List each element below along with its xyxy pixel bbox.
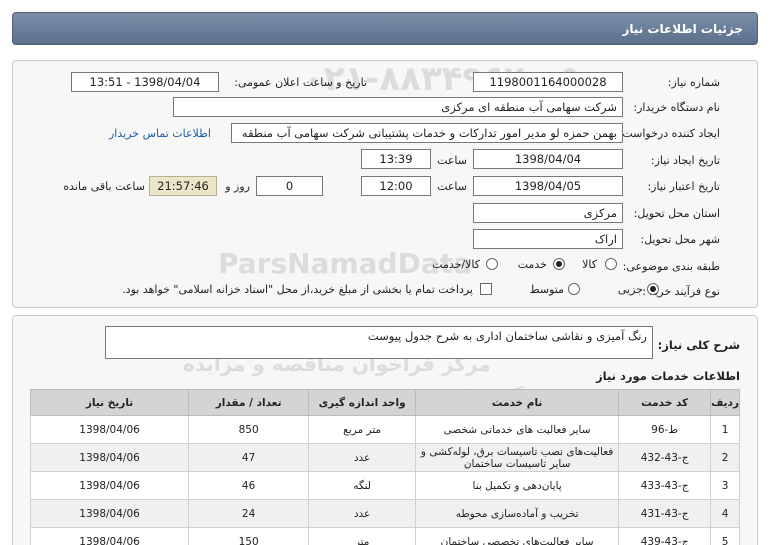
col-qty: تعداد / مقدار bbox=[188, 389, 310, 416]
cell-name: سایر فعالیت‌های تخصصی ساختمان bbox=[415, 527, 620, 545]
category-radio-goods[interactable] bbox=[605, 258, 617, 270]
table-row: 2 ج-43-432 فعالیت‌های نصب تاسیسات برق، ل… bbox=[29, 443, 740, 472]
cell-date: 1398/04/06 bbox=[29, 499, 190, 528]
col-row: ردیف bbox=[710, 389, 740, 416]
process-option-medium: متوسط bbox=[529, 283, 564, 296]
category-radio-goods-service[interactable] bbox=[486, 258, 498, 270]
buyer-field: شرکت سهامی آب منطقه ای مرکزی bbox=[173, 97, 623, 117]
cell-code: ج-43-439 bbox=[618, 527, 712, 545]
col-name: نام خدمت bbox=[415, 389, 620, 416]
table-row: 3 ج-43-433 پایان‌دهی و تکمیل بنا لنگه 46… bbox=[29, 471, 740, 500]
remaining-time-label: ساعت باقی مانده bbox=[63, 180, 145, 193]
col-date: تاریخ نیاز bbox=[29, 389, 190, 416]
treasury-payment-checkbox[interactable] bbox=[480, 283, 492, 295]
cell-qty: 150 bbox=[188, 527, 310, 545]
province-label: استان محل تحویل: bbox=[633, 207, 720, 220]
category-radio-service[interactable] bbox=[553, 258, 565, 270]
cell-unit: عدد bbox=[308, 499, 417, 528]
page-header: جزئیات اطلاعات نیاز bbox=[12, 12, 758, 45]
validity-time-field: 12:00 bbox=[361, 176, 431, 196]
validity-date-field: 1398/04/05 bbox=[473, 176, 623, 196]
announce-field: 1398/04/04 - 13:51 bbox=[71, 72, 219, 92]
cell-code: ج-43-432 bbox=[618, 443, 712, 472]
cell-name: تخریب و آماده‌سازی محوطه bbox=[415, 499, 620, 528]
description-field: رنگ آمیزی و نقاشی ساختمان اداری به شرح ج… bbox=[105, 326, 653, 359]
validity-date-label: تاریخ اعتبار نیاز: bbox=[647, 180, 720, 193]
cell-qty: 46 bbox=[188, 471, 310, 500]
cell-code: ط-96 bbox=[618, 415, 712, 444]
process-radio-medium[interactable] bbox=[568, 283, 580, 295]
requester-label: ایجاد کننده درخواست: bbox=[618, 127, 720, 140]
services-title: اطلاعات خدمات مورد نیاز bbox=[596, 369, 740, 383]
cell-date: 1398/04/06 bbox=[29, 527, 190, 545]
remaining-days-field: 0 bbox=[256, 176, 323, 196]
requester-field: بهمن حمزه لو مدیر امور تدارکات و خدمات پ… bbox=[231, 123, 623, 143]
description-label: شرح کلی نیاز: bbox=[657, 338, 740, 352]
services-header-row: ردیف کد خدمت نام خدمت واحد اندازه گیری ت… bbox=[29, 389, 740, 416]
col-code: کد خدمت bbox=[618, 389, 712, 416]
need-number-field: 1198001164000028 bbox=[473, 72, 623, 92]
need-number-label: شماره نیاز: bbox=[667, 76, 720, 89]
buyer-label: نام دستگاه خریدار: bbox=[633, 101, 720, 114]
created-date-label: تاریخ ایجاد نیاز: bbox=[650, 154, 720, 167]
created-date-field: 1398/04/04 bbox=[473, 149, 623, 169]
cell-date: 1398/04/06 bbox=[29, 415, 190, 444]
city-label: شهر محل تحویل: bbox=[640, 233, 720, 246]
cell-qty: 47 bbox=[188, 443, 310, 472]
cell-date: 1398/04/06 bbox=[29, 471, 190, 500]
table-row: 5 ج-43-439 سایر فعالیت‌های تخصصی ساختمان… bbox=[29, 527, 740, 545]
cell-unit: عدد bbox=[308, 443, 417, 472]
col-unit: واحد اندازه گیری bbox=[308, 389, 417, 416]
page-title: جزئیات اطلاعات نیاز bbox=[622, 22, 743, 36]
province-field: مرکزی bbox=[473, 203, 623, 223]
created-time-field: 13:39 bbox=[361, 149, 431, 169]
services-table: ردیف کد خدمت نام خدمت واحد اندازه گیری ت… bbox=[29, 389, 740, 545]
cell-code: ج-43-433 bbox=[618, 471, 712, 500]
table-row: 4 ج-43-431 تخریب و آماده‌سازی محوطه عدد … bbox=[29, 499, 740, 528]
category-option-goods-service: کالا/خدمت bbox=[432, 258, 480, 271]
cell-row: 5 bbox=[710, 527, 740, 545]
created-time-label: ساعت bbox=[437, 154, 467, 167]
remaining-time-field: 21:57:46 bbox=[149, 176, 217, 196]
cell-unit: متر مربع bbox=[308, 415, 417, 444]
treasury-payment-text: پرداخت تمام یا بخشی از مبلغ خرید،از محل … bbox=[122, 283, 473, 296]
category-option-service: خدمت bbox=[517, 258, 547, 271]
cell-row: 1 bbox=[710, 415, 740, 444]
process-radio-minor[interactable] bbox=[647, 283, 659, 295]
validity-time-label: ساعت bbox=[437, 180, 467, 193]
cell-row: 4 bbox=[710, 499, 740, 528]
cell-date: 1398/04/06 bbox=[29, 443, 190, 472]
cell-qty: 850 bbox=[188, 415, 310, 444]
cell-row: 2 bbox=[710, 443, 740, 472]
cell-unit: متر bbox=[308, 527, 417, 545]
cell-row: 3 bbox=[710, 471, 740, 500]
cell-name: پایان‌دهی و تکمیل بنا bbox=[415, 471, 620, 500]
cell-code: ج-43-431 bbox=[618, 499, 712, 528]
announce-label: تاریخ و ساعت اعلان عمومی: bbox=[234, 76, 367, 89]
category-option-goods: کالا bbox=[582, 258, 597, 271]
cell-name: سایر فعالیت های خدماتی شخصی bbox=[415, 415, 620, 444]
process-option-minor: جزیی bbox=[617, 283, 643, 296]
cell-unit: لنگه bbox=[308, 471, 417, 500]
cell-qty: 24 bbox=[188, 499, 310, 528]
table-row: 1 ط-96 سایر فعالیت های خدماتی شخصی متر م… bbox=[29, 415, 740, 444]
buyer-contact-link[interactable]: اطلاعات تماس خریدار bbox=[109, 127, 211, 140]
services-panel: پارس نماد داده مرکز فراخوان مناقصه و مزا… bbox=[12, 315, 758, 545]
remaining-days-label: روز و bbox=[225, 180, 250, 193]
cell-name: فعالیت‌های نصب تاسیسات برق، لوله‌کشی و س… bbox=[415, 443, 620, 472]
city-field: اراک bbox=[473, 229, 623, 249]
category-label: طبقه بندی موضوعی: bbox=[622, 260, 720, 273]
details-panel: ParsNamadData ۰۲۱-۸۸۳۴۹۶۷۰-۵ شماره نیاز:… bbox=[12, 59, 758, 308]
